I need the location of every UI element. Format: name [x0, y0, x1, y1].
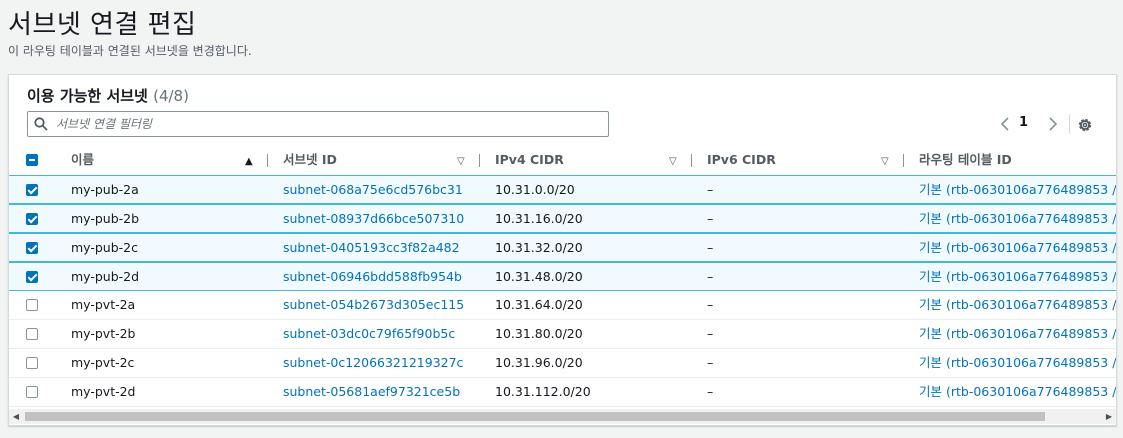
- scroll-right-icon[interactable]: ▶: [1102, 409, 1116, 424]
- cell-ipv6: –: [707, 326, 714, 341]
- preferences-button[interactable]: [1075, 115, 1095, 135]
- cell-ipv6: –: [707, 211, 714, 226]
- column-resizer[interactable]: [903, 154, 904, 167]
- cell-ipv6: –: [707, 182, 714, 197]
- row-checkbox[interactable]: [26, 328, 38, 340]
- row-checkbox[interactable]: [26, 184, 38, 196]
- horizontal-scrollbar[interactable]: ◀ ▶: [9, 409, 1116, 424]
- row-checkbox[interactable]: [26, 386, 38, 398]
- prev-page-button[interactable]: [995, 113, 1015, 135]
- column-resizer[interactable]: [691, 154, 692, 167]
- cell-subnet-id-link[interactable]: subnet-0405193cc3f82a482: [283, 234, 460, 262]
- table-row[interactable]: my-pub-2c subnet-0405193cc3f82a482 10.31…: [9, 233, 1116, 262]
- cell-route-table-link[interactable]: 기본 (rtb-0630106a776489853 / r: [919, 176, 1116, 204]
- cell-name: my-pub-2d: [71, 269, 140, 284]
- cell-route-table-link[interactable]: 기본 (rtb-0630106a776489853 / r: [919, 378, 1116, 406]
- cell-ipv6: –: [707, 355, 714, 370]
- chevron-left-icon: [1000, 117, 1009, 131]
- row-checkbox[interactable]: [26, 357, 38, 369]
- cell-name: my-pvt-2c: [71, 355, 135, 370]
- panel-title-text: 이용 가능한 서브넷: [27, 87, 148, 105]
- cell-subnet-id-link[interactable]: subnet-068a75e6cd576bc31: [283, 176, 463, 204]
- table-header: 이름 ▲ 서브넷 ID ▽ IPv4 CIDR ▽ IPv6 CIDR ▽ 라우…: [9, 145, 1116, 176]
- cell-ipv4: 10.31.48.0/20: [495, 269, 583, 284]
- column-header-ipv4[interactable]: IPv4 CIDR: [495, 145, 564, 175]
- pager-divider: [1069, 114, 1070, 134]
- table-row[interactable]: my-pub-2d subnet-06946bdd588fb954b 10.31…: [9, 262, 1116, 291]
- scroll-left-icon[interactable]: ◀: [9, 409, 23, 424]
- cell-ipv4: 10.31.112.0/20: [495, 384, 591, 399]
- table-row[interactable]: my-pvt-2d subnet-05681aef97321ce5b 10.31…: [9, 378, 1116, 407]
- row-checkbox[interactable]: [26, 213, 38, 225]
- cell-name: my-pvt-2d: [71, 384, 136, 399]
- page-number[interactable]: 1: [1019, 115, 1028, 130]
- sort-asc-icon[interactable]: ▲: [245, 145, 253, 175]
- cell-ipv4: 10.31.0.0/20: [495, 182, 575, 197]
- cell-name: my-pvt-2a: [71, 297, 136, 312]
- page-title: 서브넷 연결 편집: [8, 10, 197, 40]
- cell-route-table-link[interactable]: 기본 (rtb-0630106a776489853 / r: [919, 263, 1116, 291]
- row-checkbox[interactable]: [26, 271, 38, 283]
- panel-title: 이용 가능한 서브넷 (4/8): [27, 85, 189, 106]
- column-header-ipv6[interactable]: IPv6 CIDR: [707, 145, 776, 175]
- cell-ipv4: 10.31.32.0/20: [495, 240, 583, 255]
- column-header-name[interactable]: 이름: [71, 145, 94, 175]
- cell-subnet-id-link[interactable]: subnet-03dc0c79f65f90b5c: [283, 320, 455, 348]
- filter-input[interactable]: [54, 114, 598, 134]
- cell-subnet-id-link[interactable]: subnet-08937d66bce507310: [283, 205, 464, 233]
- cell-ipv4: 10.31.16.0/20: [495, 211, 583, 226]
- sort-icon[interactable]: ▽: [457, 145, 465, 175]
- filter-box[interactable]: [27, 111, 609, 137]
- sort-icon[interactable]: ▽: [669, 145, 677, 175]
- cell-ipv4: 10.31.80.0/20: [495, 326, 583, 341]
- cell-subnet-id-link[interactable]: subnet-054b2673d305ec115: [283, 291, 464, 319]
- table-row[interactable]: my-pub-2b subnet-08937d66bce507310 10.31…: [9, 204, 1116, 233]
- column-header-route-table[interactable]: 라우팅 테이블 ID: [919, 145, 1012, 175]
- cell-route-table-link[interactable]: 기본 (rtb-0630106a776489853 / r: [919, 291, 1116, 319]
- cell-subnet-id-link[interactable]: subnet-06946bdd588fb954b: [283, 263, 462, 291]
- table-row[interactable]: my-pub-2a subnet-068a75e6cd576bc31 10.31…: [9, 175, 1116, 204]
- cell-ipv6: –: [707, 384, 714, 399]
- column-resizer[interactable]: [267, 154, 268, 167]
- table-row[interactable]: my-pvt-2c subnet-0c12066321219327c 10.31…: [9, 349, 1116, 378]
- row-checkbox[interactable]: [26, 299, 38, 311]
- page-description: 이 라우팅 테이블과 연결된 서브넷을 변경합니다.: [8, 44, 252, 58]
- cell-name: my-pub-2b: [71, 211, 140, 226]
- select-all-checkbox[interactable]: [26, 154, 38, 166]
- cell-subnet-id-link[interactable]: subnet-0c12066321219327c: [283, 349, 463, 377]
- cell-ipv6: –: [707, 240, 714, 255]
- cell-route-table-link[interactable]: 기본 (rtb-0630106a776489853 / r: [919, 205, 1116, 233]
- sort-icon[interactable]: ▽: [881, 145, 889, 175]
- cell-name: my-pub-2a: [71, 182, 139, 197]
- gear-icon: [1078, 118, 1092, 132]
- table-row[interactable]: my-pvt-2a subnet-054b2673d305ec115 10.31…: [9, 291, 1116, 320]
- search-icon: [34, 117, 48, 131]
- cell-name: my-pub-2c: [71, 240, 138, 255]
- cell-ipv6: –: [707, 269, 714, 284]
- cell-name: my-pvt-2b: [71, 326, 136, 341]
- column-header-subnet-id[interactable]: 서브넷 ID: [283, 145, 337, 175]
- row-checkbox[interactable]: [26, 242, 38, 254]
- subnets-panel: 이용 가능한 서브넷 (4/8) 1 이름 ▲ 서브넷 ID ▽: [8, 74, 1117, 426]
- cell-ipv6: –: [707, 297, 714, 312]
- cell-ipv4: 10.31.64.0/20: [495, 297, 583, 312]
- next-page-button[interactable]: [1043, 113, 1063, 135]
- selection-count: (4/8): [153, 87, 189, 105]
- chevron-right-icon: [1049, 117, 1058, 131]
- cell-route-table-link[interactable]: 기본 (rtb-0630106a776489853 / r: [919, 320, 1116, 348]
- cell-ipv4: 10.31.96.0/20: [495, 355, 583, 370]
- column-resizer[interactable]: [479, 154, 480, 167]
- cell-route-table-link[interactable]: 기본 (rtb-0630106a776489853 / r: [919, 234, 1116, 262]
- cell-route-table-link[interactable]: 기본 (rtb-0630106a776489853 / r: [919, 349, 1116, 377]
- scrollbar-thumb[interactable]: [25, 412, 1045, 421]
- cell-subnet-id-link[interactable]: subnet-05681aef97321ce5b: [283, 378, 460, 406]
- table-row[interactable]: my-pvt-2b subnet-03dc0c79f65f90b5c 10.31…: [9, 320, 1116, 349]
